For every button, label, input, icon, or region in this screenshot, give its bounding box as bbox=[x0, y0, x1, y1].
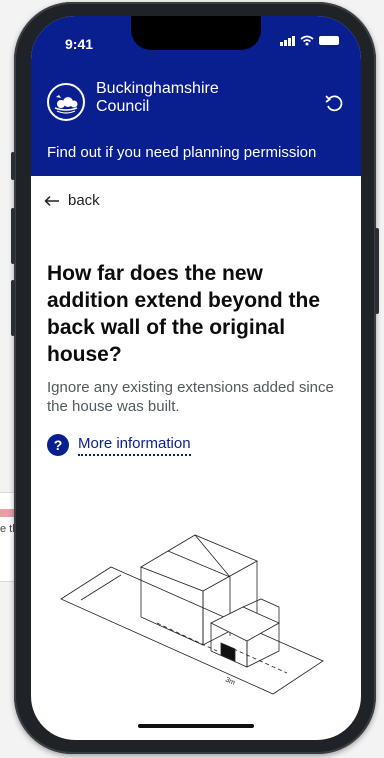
wifi-icon bbox=[300, 35, 314, 46]
phone-frame: 9:41 Buckinghamshire Council Find out if… bbox=[11, 2, 379, 754]
more-information-label: More information bbox=[78, 435, 191, 456]
dimension-label: 3m bbox=[224, 676, 236, 686]
camera-notch bbox=[131, 16, 261, 50]
house-extension-illustration: 3m bbox=[60, 534, 324, 695]
restart-icon[interactable] bbox=[323, 93, 345, 115]
app-header: 9:41 Buckinghamshire Council Find out if… bbox=[31, 16, 361, 176]
battery-icon bbox=[319, 36, 339, 45]
more-information-link[interactable]: ? More information bbox=[47, 434, 191, 456]
question-title: How far does the new addition extend bey… bbox=[47, 262, 321, 366]
phone-volume-down-button bbox=[11, 280, 15, 336]
back-label: back bbox=[68, 192, 100, 209]
status-time: 9:41 bbox=[65, 36, 94, 52]
question-hint: Ignore any existing extensions added sin… bbox=[47, 379, 334, 415]
phone-volume-up-button bbox=[11, 208, 15, 264]
signal-icon bbox=[280, 35, 295, 46]
phone-power-button bbox=[375, 228, 379, 314]
council-name: Buckinghamshire Council bbox=[96, 80, 219, 116]
swan-logo-icon bbox=[54, 95, 78, 114]
council-logo[interactable] bbox=[47, 83, 85, 121]
council-name-line1: Buckinghamshire bbox=[96, 80, 219, 97]
help-icon: ? bbox=[47, 434, 69, 456]
council-name-line2: Council bbox=[96, 98, 150, 115]
status-icons bbox=[280, 35, 339, 46]
home-indicator bbox=[138, 724, 254, 728]
phone-mute-button bbox=[11, 152, 15, 180]
back-link[interactable]: back bbox=[44, 192, 100, 209]
phone-screen: 9:41 Buckinghamshire Council Find out if… bbox=[31, 16, 361, 740]
arrow-left-icon bbox=[44, 195, 59, 206]
header-subtitle: Find out if you need planning permission bbox=[47, 144, 317, 161]
